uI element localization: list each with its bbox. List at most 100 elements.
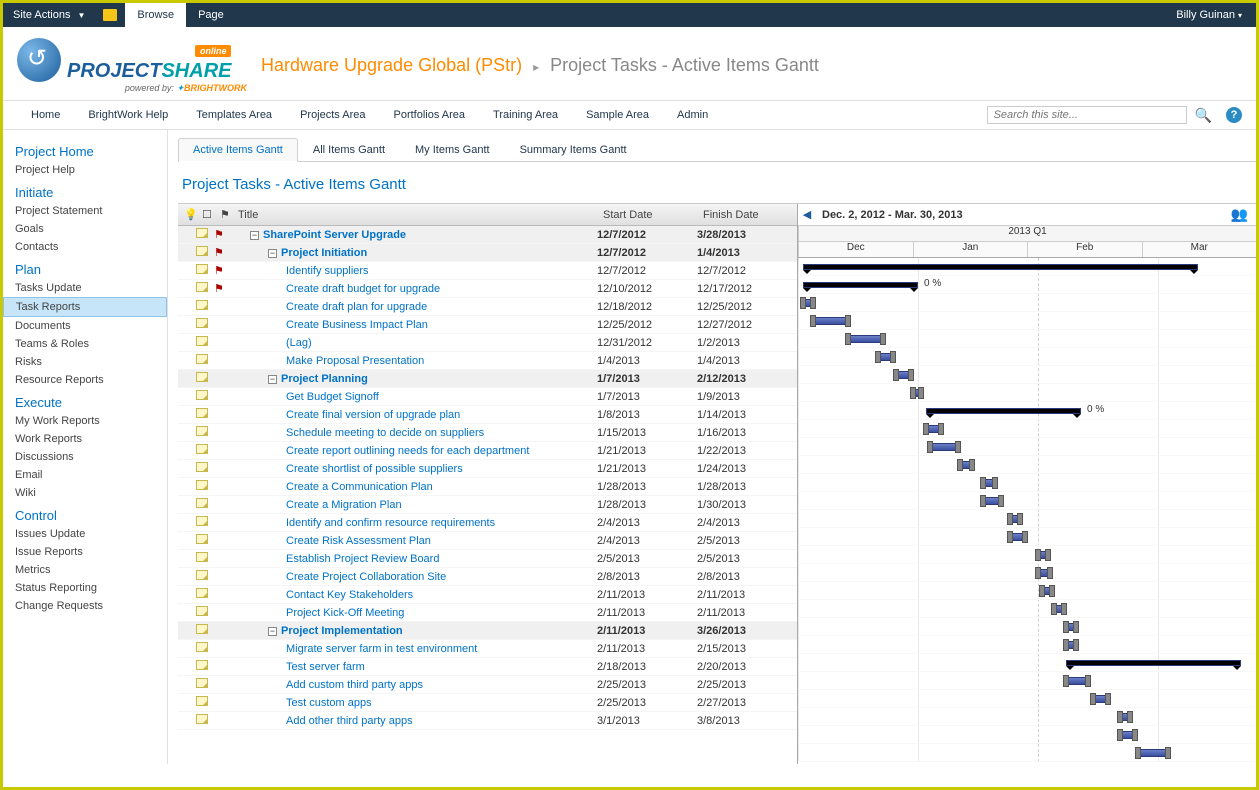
sidebar-item-risks[interactable]: Risks — [3, 353, 167, 371]
task-row[interactable]: Create a Communication Plan1/28/20131/28… — [178, 478, 797, 496]
task-title[interactable]: Project Kick-Off Meeting — [286, 607, 404, 619]
bar-handle-left[interactable] — [910, 387, 916, 399]
sidebar-item-project-help[interactable]: Project Help — [3, 161, 167, 179]
task-title[interactable]: Test server farm — [286, 661, 365, 673]
topnav-projects-area[interactable]: Projects Area — [286, 103, 379, 127]
bar-handle-left[interactable] — [1063, 675, 1069, 687]
task-row[interactable]: −Project Implementation2/11/20133/26/201… — [178, 622, 797, 640]
task-row[interactable]: −SharePoint Server Upgrade12/7/20123/28/… — [178, 226, 797, 244]
gantt-bar[interactable] — [983, 497, 1001, 505]
user-menu[interactable]: Billy Guinan▾ — [1162, 5, 1256, 25]
sidebar-item-status-reporting[interactable]: Status Reporting — [3, 579, 167, 597]
bar-handle-right[interactable] — [1061, 603, 1067, 615]
topnav-templates-area[interactable]: Templates Area — [182, 103, 286, 127]
bar-handle-right[interactable] — [1073, 621, 1079, 633]
task-title[interactable]: Migrate server farm in test environment — [286, 643, 477, 655]
task-title[interactable]: Create a Communication Plan — [286, 481, 433, 493]
sidebar-head-project-home[interactable]: Project Home — [3, 138, 167, 161]
gantt-bar[interactable] — [1010, 533, 1025, 541]
sidebar-item-documents[interactable]: Documents — [3, 317, 167, 335]
bar-handle-left[interactable] — [980, 495, 986, 507]
topnav-admin[interactable]: Admin — [663, 103, 722, 127]
logo[interactable]: online PROJECTSHARE — [17, 37, 247, 83]
gantt-bar[interactable] — [1038, 551, 1048, 559]
task-title[interactable]: Create final version of upgrade plan — [286, 409, 460, 421]
gantt-bar[interactable] — [1120, 731, 1135, 739]
task-row[interactable]: −Project Planning1/7/20132/12/2013 — [178, 370, 797, 388]
sidebar-item-change-requests[interactable]: Change Requests — [3, 597, 167, 615]
task-row[interactable]: Add custom third party apps2/25/20132/25… — [178, 676, 797, 694]
task-row[interactable]: Create final version of upgrade plan1/8/… — [178, 406, 797, 424]
task-title[interactable]: Identify suppliers — [286, 265, 369, 277]
bar-handle-left[interactable] — [1007, 513, 1013, 525]
gantt-bar[interactable] — [1038, 569, 1050, 577]
bar-handle-right[interactable] — [1165, 747, 1171, 759]
gantt-bar[interactable] — [960, 461, 972, 469]
sidebar-head-execute[interactable]: Execute — [3, 389, 167, 412]
bar-handle-left[interactable] — [1117, 729, 1123, 741]
gantt-bar[interactable] — [930, 443, 958, 451]
bar-handle-right[interactable] — [992, 477, 998, 489]
gantt-bar[interactable] — [848, 335, 883, 343]
bar-handle-right[interactable] — [938, 423, 944, 435]
sidebar-item-discussions[interactable]: Discussions — [3, 448, 167, 466]
task-title[interactable]: SharePoint Server Upgrade — [263, 229, 406, 241]
task-title[interactable]: Create Business Impact Plan — [286, 319, 428, 331]
task-title[interactable]: Get Budget Signoff — [286, 391, 379, 403]
task-title[interactable]: Create Project Collaboration Site — [286, 571, 446, 583]
gantt-bar[interactable] — [1054, 605, 1064, 613]
task-row[interactable]: Add other third party apps3/1/20133/8/20… — [178, 712, 797, 730]
col-start-header[interactable]: Start Date — [597, 206, 697, 224]
bar-handle-left[interactable] — [1135, 747, 1141, 759]
navigate-up-icon[interactable] — [103, 9, 117, 21]
col-indicator[interactable]: 💡 — [178, 205, 196, 224]
search-input[interactable] — [987, 106, 1187, 124]
bar-handle-right[interactable] — [1047, 567, 1053, 579]
bar-handle-left[interactable] — [1063, 621, 1069, 633]
task-title[interactable]: Project Initiation — [281, 247, 367, 259]
bar-handle-left[interactable] — [1035, 549, 1041, 561]
bar-handle-right[interactable] — [918, 387, 924, 399]
sidebar-item-task-reports[interactable]: Task Reports — [3, 297, 167, 317]
bar-handle-right[interactable] — [1045, 549, 1051, 561]
gantt-bar[interactable] — [983, 479, 995, 487]
task-title[interactable]: Schedule meeting to decide on suppliers — [286, 427, 484, 439]
bar-handle-right[interactable] — [845, 315, 851, 327]
task-row[interactable]: Create Project Collaboration Site2/8/201… — [178, 568, 797, 586]
gantt-bar[interactable] — [913, 389, 921, 397]
collapse-icon[interactable]: − — [250, 231, 259, 240]
task-title[interactable]: Identify and confirm resource requiremen… — [286, 517, 495, 529]
sidebar-item-work-reports[interactable]: Work Reports — [3, 430, 167, 448]
task-row[interactable]: Identify and confirm resource requiremen… — [178, 514, 797, 532]
task-title[interactable]: Establish Project Review Board — [286, 553, 439, 565]
tab-page[interactable]: Page — [186, 3, 236, 27]
sidebar-item-tasks-update[interactable]: Tasks Update — [3, 279, 167, 297]
task-row[interactable]: Identify suppliers12/7/201212/7/2012 — [178, 262, 797, 280]
bar-handle-left[interactable] — [810, 315, 816, 327]
sidebar-item-email[interactable]: Email — [3, 466, 167, 484]
bar-handle-left[interactable] — [927, 441, 933, 453]
bar-handle-right[interactable] — [908, 369, 914, 381]
site-actions-menu[interactable]: Site Actions▼ — [3, 5, 95, 25]
sidebar-item-goals[interactable]: Goals — [3, 220, 167, 238]
bar-handle-right[interactable] — [880, 333, 886, 345]
bar-handle-right[interactable] — [969, 459, 975, 471]
bar-handle-left[interactable] — [1090, 693, 1096, 705]
task-title[interactable]: Create draft budget for upgrade — [286, 283, 440, 295]
task-row[interactable]: Create shortlist of possible suppliers1/… — [178, 460, 797, 478]
collapse-icon[interactable]: − — [268, 627, 277, 636]
gantt-bar[interactable] — [1010, 515, 1020, 523]
topnav-training-area[interactable]: Training Area — [479, 103, 572, 127]
gantt-bar[interactable] — [803, 282, 918, 288]
task-title[interactable]: Create a Migration Plan — [286, 499, 402, 511]
task-title[interactable]: Add custom third party apps — [286, 679, 423, 691]
sidebar-head-initiate[interactable]: Initiate — [3, 179, 167, 202]
gantt-bar[interactable] — [896, 371, 911, 379]
task-row[interactable]: Migrate server farm in test environment2… — [178, 640, 797, 658]
task-row[interactable]: Schedule meeting to decide on suppliers1… — [178, 424, 797, 442]
bar-handle-right[interactable] — [1132, 729, 1138, 741]
bar-handle-right[interactable] — [1073, 639, 1079, 651]
bar-handle-left[interactable] — [800, 297, 806, 309]
bar-handle-left[interactable] — [957, 459, 963, 471]
sidebar-item-teams-&-roles[interactable]: Teams & Roles — [3, 335, 167, 353]
